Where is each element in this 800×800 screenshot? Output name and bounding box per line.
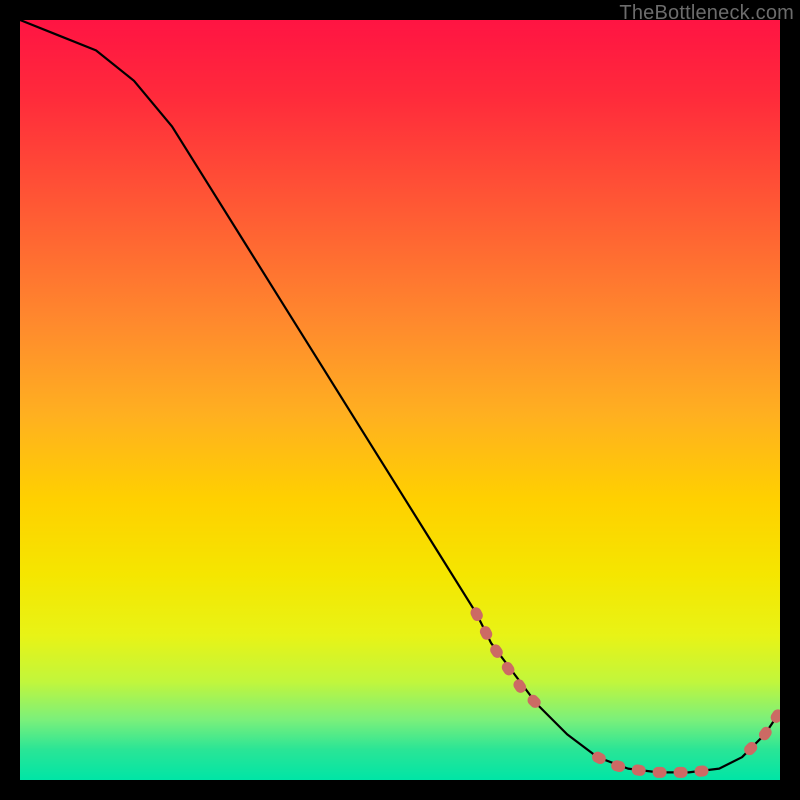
bottleneck-dots-rise bbox=[750, 712, 780, 750]
chart-overlay-svg bbox=[20, 20, 780, 780]
plot-area bbox=[20, 20, 780, 780]
bottleneck-curve-line bbox=[20, 20, 780, 772]
chart-stage: TheBottleneck.com bbox=[0, 0, 800, 800]
bottleneck-dots-valley bbox=[598, 757, 720, 772]
